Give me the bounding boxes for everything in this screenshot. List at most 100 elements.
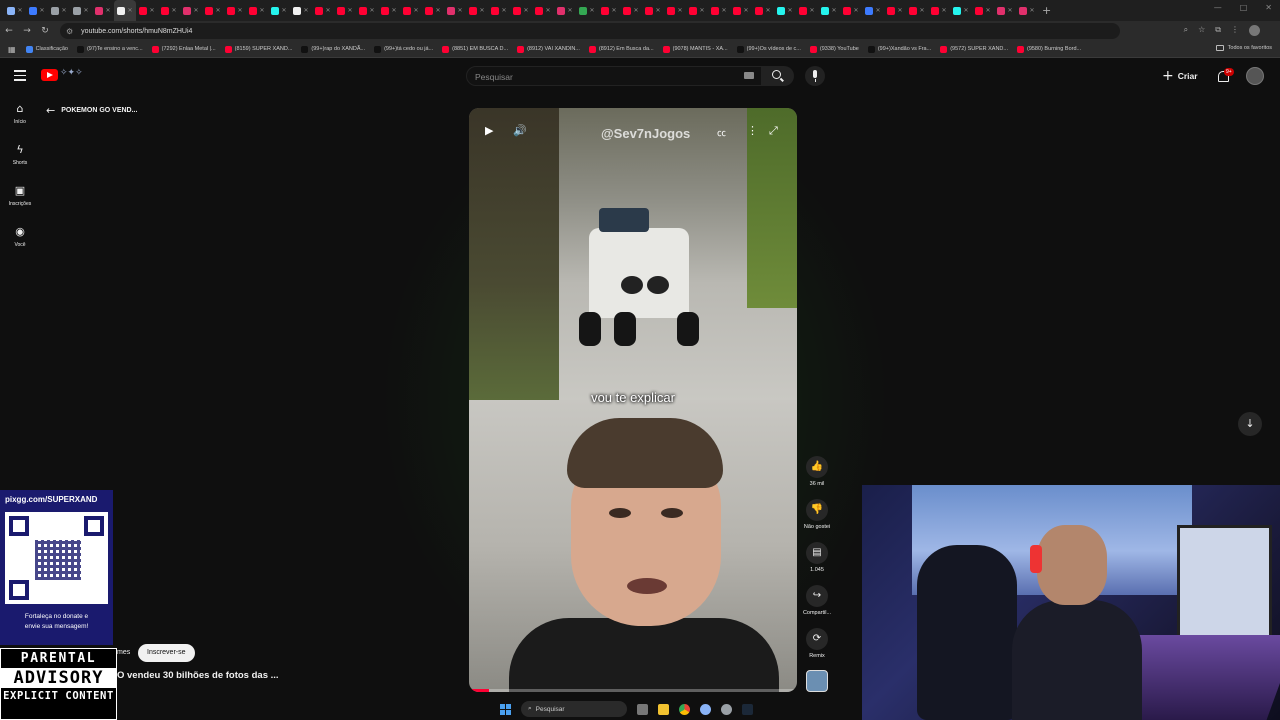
reload-icon[interactable]: ↻ xyxy=(36,26,54,36)
bookmark-item[interactable]: (99+)rap do XANDÃ... xyxy=(301,45,365,53)
browser-tab[interactable]: ✕ xyxy=(224,0,246,21)
short-video[interactable]: @Sev7nJogos ▶ 🔊 ㏄ ⋮ ⤢ vou te explicar xyxy=(469,108,797,692)
browser-tab[interactable]: ✕ xyxy=(774,0,796,21)
like-icon[interactable]: 👍 xyxy=(806,456,828,478)
subscribe-button[interactable]: Inscrever-se xyxy=(138,644,195,662)
bookmark-item[interactable]: (8159) SUPER XAND... xyxy=(224,45,292,53)
browser-tab[interactable]: ✕ xyxy=(444,0,466,21)
comments-button[interactable]: ▤ 1.045 xyxy=(797,542,837,585)
tab-close-icon[interactable]: ✕ xyxy=(105,7,110,14)
nav-item-voc[interactable]: ◉ Você xyxy=(0,221,40,262)
tab-close-icon[interactable]: ✕ xyxy=(919,7,924,14)
bookmark-item[interactable]: (99+)Os vídeos de c... xyxy=(736,45,801,53)
search-button[interactable] xyxy=(762,66,794,86)
browser-tab[interactable]: ✕ xyxy=(642,0,664,21)
tab-close-icon[interactable]: ✕ xyxy=(523,7,528,14)
bookmark-item[interactable]: (8912) Em Busca da... xyxy=(588,45,654,53)
file-explorer-icon[interactable] xyxy=(658,703,669,715)
task-view-icon[interactable] xyxy=(637,703,648,715)
browser-tab[interactable]: ✕ xyxy=(202,0,224,21)
maximize-icon[interactable]: □ xyxy=(1240,3,1248,12)
tab-close-icon[interactable]: ✕ xyxy=(963,7,968,14)
remix-button[interactable]: ⟳ Remix xyxy=(797,628,837,671)
dislike-button[interactable]: 👎 Não gostei xyxy=(797,499,837,542)
browser-tab[interactable]: ✕ xyxy=(884,0,906,21)
tab-close-icon[interactable]: ✕ xyxy=(567,7,572,14)
account-avatar[interactable] xyxy=(1246,67,1264,85)
tab-close-icon[interactable]: ✕ xyxy=(809,7,814,14)
bookmark-item[interactable]: (9078) MANTIS - XA... xyxy=(662,45,728,53)
browser-tab[interactable]: ✕ xyxy=(136,0,158,21)
browser-tab[interactable]: ✕ xyxy=(26,0,48,21)
bookmark-item[interactable]: Classificação xyxy=(25,45,68,53)
tab-close-icon[interactable]: ✕ xyxy=(721,7,726,14)
bookmark-star-icon[interactable]: ☆ xyxy=(1198,25,1205,36)
like-button[interactable]: 👍 36 mil xyxy=(797,456,837,499)
site-info-icon[interactable]: ⚙ xyxy=(66,27,73,36)
obs-icon[interactable] xyxy=(721,703,732,715)
captions-icon[interactable]: ㏄ xyxy=(717,126,726,139)
tab-close-icon[interactable]: ✕ xyxy=(259,7,264,14)
tab-close-icon[interactable]: ✕ xyxy=(369,7,374,14)
tab-close-icon[interactable]: ✕ xyxy=(545,7,550,14)
browser-tab[interactable]: ✕ xyxy=(840,0,862,21)
bookmark-item[interactable]: (8851) EM BUSCA D... xyxy=(442,45,508,53)
short-title[interactable]: O vendeu 30 bilhões de fotos das ... xyxy=(117,670,279,681)
forward-nav-icon[interactable]: → xyxy=(18,26,36,36)
browser-tab[interactable]: ✕ xyxy=(576,0,598,21)
browser-tab[interactable]: ✕ xyxy=(356,0,378,21)
omnibox[interactable]: ⚙ youtube.com/shorts/hmuN8mZHUi4 xyxy=(60,23,1120,39)
browser-tab[interactable]: ✕ xyxy=(818,0,840,21)
browser-tab[interactable]: ✕ xyxy=(70,0,92,21)
play-icon[interactable]: ▶ xyxy=(485,124,493,137)
browser-tab[interactable]: ✕ xyxy=(378,0,400,21)
tab-close-icon[interactable]: ✕ xyxy=(611,7,616,14)
nav-item-incio[interactable]: ⌂ Início xyxy=(0,98,40,139)
nav-item-shorts[interactable]: ϟ Shorts xyxy=(0,139,40,180)
browser-tab[interactable]: ✕ xyxy=(422,0,444,21)
tab-close-icon[interactable]: ✕ xyxy=(457,7,462,14)
browser-tab[interactable]: ✕ xyxy=(994,0,1016,21)
browser-tab[interactable]: ✕ xyxy=(708,0,730,21)
browser-tab[interactable]: ✕ xyxy=(4,0,26,21)
browser-tab[interactable]: ✕ xyxy=(400,0,422,21)
close-window-icon[interactable]: ✕ xyxy=(1265,3,1272,12)
mic-icon[interactable] xyxy=(805,66,825,86)
browser-tab[interactable]: ✕ xyxy=(686,0,708,21)
browser-tab[interactable]: ✕ xyxy=(290,0,312,21)
bookmark-item[interactable]: (8912) VAI XANDIN... xyxy=(517,45,580,53)
share-button[interactable]: ↪ Compartil... xyxy=(797,585,837,628)
tab-close-icon[interactable]: ✕ xyxy=(853,7,858,14)
browser-tab[interactable]: ✕ xyxy=(664,0,686,21)
tab-close-icon[interactable]: ✕ xyxy=(193,7,198,14)
all-bookmarks-button[interactable]: Todos os favoritos xyxy=(1215,45,1272,51)
browser-tab[interactable]: ✕ xyxy=(730,0,752,21)
bookmark-item[interactable]: (9572) SUPER XAND... xyxy=(940,45,1008,53)
tab-close-icon[interactable]: ✕ xyxy=(413,7,418,14)
search-input[interactable]: Pesquisar xyxy=(466,66,762,86)
volume-icon[interactable]: 🔊 xyxy=(513,124,527,137)
browser-tab[interactable]: ✕ xyxy=(928,0,950,21)
dislike-icon[interactable]: 👎 xyxy=(806,499,828,521)
browser-tab[interactable]: ✕ xyxy=(92,0,114,21)
apps-grid-icon[interactable]: ▦ xyxy=(8,45,16,54)
back-nav-icon[interactable]: ← xyxy=(0,26,18,36)
bookmark-item[interactable]: (99+)tá cedo ou já... xyxy=(374,45,433,53)
tab-close-icon[interactable]: ✕ xyxy=(303,7,308,14)
browser-tab[interactable]: ✕ xyxy=(114,0,136,21)
menu-icon[interactable] xyxy=(14,70,26,84)
tab-close-icon[interactable]: ✕ xyxy=(1029,7,1034,14)
browser-tab[interactable]: ✕ xyxy=(268,0,290,21)
tab-close-icon[interactable]: ✕ xyxy=(787,7,792,14)
fullscreen-icon[interactable]: ⤢ xyxy=(769,124,778,138)
channel-name[interactable]: mes xyxy=(117,649,130,656)
browser-tab[interactable]: ✕ xyxy=(180,0,202,21)
tab-close-icon[interactable]: ✕ xyxy=(215,7,220,14)
next-short-button[interactable]: ↓ xyxy=(1238,412,1262,436)
tab-close-icon[interactable]: ✕ xyxy=(237,7,242,14)
nav-item-inscries[interactable]: ▣ Inscrições xyxy=(0,180,40,221)
browser-tab[interactable]: ✕ xyxy=(510,0,532,21)
comments-icon[interactable]: ▤ xyxy=(806,542,828,564)
zoom-icon[interactable]: ⌕ xyxy=(1184,25,1188,36)
tab-close-icon[interactable]: ✕ xyxy=(699,7,704,14)
